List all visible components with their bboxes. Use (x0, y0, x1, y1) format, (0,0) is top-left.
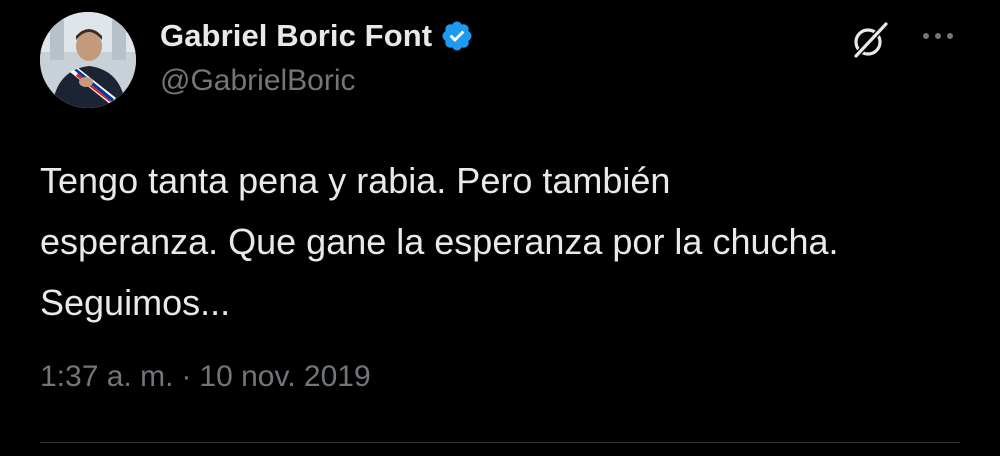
tweet-date: 10 nov. 2019 (199, 360, 371, 393)
tweet-timestamp[interactable]: 1:37 a. m. · 10 nov. 2019 (40, 360, 371, 394)
verified-badge-icon (442, 21, 472, 51)
grok-icon[interactable] (848, 18, 892, 62)
tweet-time: 1:37 a. m. (40, 360, 174, 393)
more-options-icon[interactable] (918, 22, 958, 50)
avatar-image (40, 12, 136, 108)
tweet-text: Tengo tanta pena y rabia. Pero también e… (40, 160, 839, 323)
author-name-row: Gabriel Boric Font (160, 16, 474, 56)
timestamp-separator: · (181, 360, 192, 393)
divider (40, 442, 960, 443)
avatar[interactable] (40, 12, 136, 108)
author-display-name[interactable]: Gabriel Boric Font (160, 18, 432, 54)
author-handle[interactable]: @GabrielBoric (160, 64, 356, 98)
tweet-card: Gabriel Boric Font @GabrielBoric Tengo t… (0, 0, 1000, 456)
